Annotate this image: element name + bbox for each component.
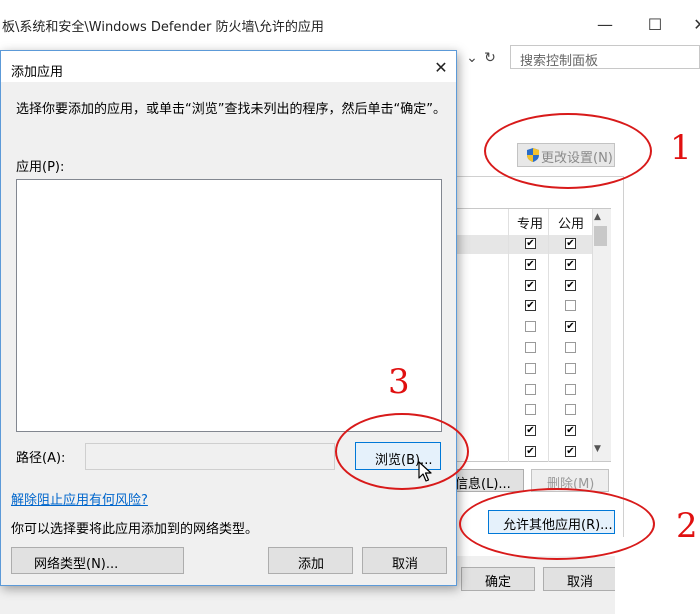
network-type-description: 你可以选择要将此应用添加到的网络类型。	[11, 522, 259, 537]
maximize-icon[interactable]: ☐	[635, 10, 675, 40]
checkbox-private[interactable]: ✔	[525, 280, 536, 291]
mouse-cursor-icon	[418, 461, 432, 482]
annotation-oval-2	[459, 488, 655, 560]
add-label: 添加	[298, 557, 325, 572]
checkbox-public[interactable]	[565, 363, 576, 374]
ok-label: 确定	[485, 575, 512, 590]
footer-edge	[615, 556, 700, 614]
checkbox-private[interactable]	[525, 342, 536, 353]
window-title: 板\系统和安全\Windows Defender 防火墙\允许的应用	[2, 20, 324, 35]
dialog-titlebar	[1, 51, 456, 82]
column-header-private[interactable]: 专用	[517, 213, 543, 232]
checkbox-public[interactable]: ✔	[565, 280, 576, 291]
checkbox-private[interactable]	[525, 384, 536, 395]
checkbox-private[interactable]	[525, 321, 536, 332]
scroll-up-icon[interactable]: ▲	[594, 212, 601, 222]
checkbox-public[interactable]: ✔	[565, 321, 576, 332]
dialog-cancel-label: 取消	[392, 557, 419, 572]
annotation-number-2: 2	[676, 506, 698, 546]
apps-listbox[interactable]	[16, 179, 442, 432]
refresh-icon[interactable]: ↻	[480, 47, 500, 69]
network-type-label: 网络类型(N)...	[34, 557, 119, 572]
checkbox-private[interactable]: ✔	[525, 425, 536, 436]
checkbox-private[interactable]: ✔	[525, 259, 536, 270]
dialog-title: 添加应用	[11, 65, 64, 80]
checkbox-public[interactable]: ✔	[565, 425, 576, 436]
annotation-number-3: 3	[388, 362, 410, 402]
checkbox-public[interactable]	[565, 300, 576, 311]
column-header-public[interactable]: 公用	[558, 213, 584, 232]
path-input[interactable]	[85, 443, 335, 470]
table-scrollbar[interactable]	[592, 209, 611, 461]
checkbox-public[interactable]	[565, 384, 576, 395]
checkbox-public[interactable]: ✔	[565, 238, 576, 249]
checkbox-public[interactable]: ✔	[565, 259, 576, 270]
search-placeholder: 搜索控制面板	[520, 54, 599, 69]
apps-label: 应用(P):	[16, 160, 65, 175]
checkbox-public[interactable]: ✔	[565, 446, 576, 457]
address-dropdown-icon[interactable]: ⌄	[462, 47, 482, 69]
checkbox-public[interactable]	[565, 342, 576, 353]
column-divider	[548, 209, 549, 462]
column-divider	[508, 209, 509, 462]
checkbox-private[interactable]: ✔	[525, 238, 536, 249]
checkbox-private[interactable]	[525, 404, 536, 415]
path-label: 路径(A):	[16, 451, 66, 466]
checkbox-private[interactable]: ✔	[525, 300, 536, 311]
close-window-icon[interactable]: ✕	[680, 10, 700, 40]
checkbox-public[interactable]	[565, 404, 576, 415]
annotation-oval-3	[335, 413, 469, 490]
close-icon[interactable]: ✕	[430, 57, 452, 79]
annotation-oval-1	[484, 113, 652, 189]
window-cancel-label: 取消	[567, 575, 594, 590]
dialog-description: 选择你要添加的应用，或单击“浏览”查找未列出的程序，然后单击“确定”。	[16, 102, 446, 117]
scrollbar-thumb[interactable]	[594, 226, 607, 246]
checkbox-private[interactable]: ✔	[525, 446, 536, 457]
details-label: 信息(L)...	[455, 477, 511, 492]
scroll-down-icon[interactable]: ▼	[594, 444, 601, 454]
checkbox-private[interactable]	[525, 363, 536, 374]
risk-info-link[interactable]: 解除阻止应用有何风险?	[11, 489, 148, 508]
minimize-icon[interactable]: —	[585, 10, 625, 40]
annotation-number-1: 1	[670, 128, 692, 168]
